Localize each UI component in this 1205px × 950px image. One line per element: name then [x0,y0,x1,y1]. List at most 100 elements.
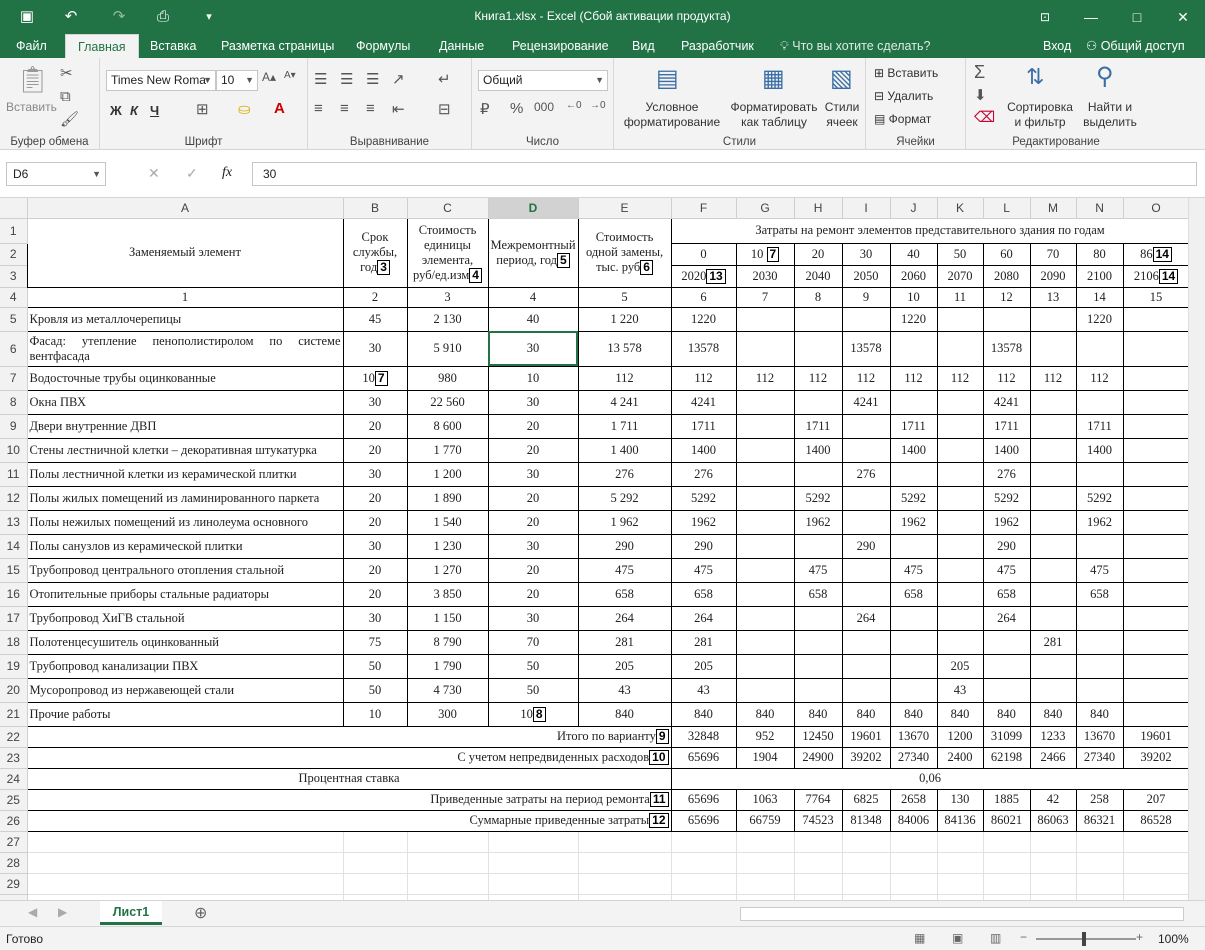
cell-element-name[interactable]: Трубопровод ХиГВ стальной [26,605,344,631]
cell-year-cost[interactable] [1075,605,1124,631]
cell-year-cost[interactable] [936,581,984,607]
empty-cell[interactable] [1076,831,1124,853]
summary-value[interactable]: 27340 [889,746,938,769]
cell-unit-cost[interactable]: 4 730 [406,677,489,703]
cell-unit-cost[interactable]: 2 130 [406,306,489,332]
row-header[interactable]: 6 [0,331,28,367]
interest-rate-cell[interactable]: 0,06 [670,767,1190,790]
copy-icon[interactable]: ⧉ [60,88,71,105]
cell-interval[interactable]: 20 [487,485,579,511]
cell-year-cost[interactable] [841,485,891,511]
column-header-f[interactable]: F [671,198,737,219]
cell-year-cost[interactable] [936,437,984,463]
cell-year-cost[interactable] [1029,437,1077,463]
cell-year-cost[interactable]: 1400 [889,437,938,463]
select-all[interactable] [0,198,28,219]
cell-year-cost[interactable] [1075,677,1124,703]
cell-year-cost[interactable]: 840 [889,701,938,727]
summary-value[interactable]: 1200 [936,725,984,748]
cell-year-cost[interactable] [735,437,795,463]
row-header[interactable]: 12 [0,486,28,511]
header-year-offset[interactable]: 70 [1029,242,1077,266]
cell-interval[interactable]: 40 [487,306,579,332]
tab-file[interactable]: Файл [16,34,47,58]
cell-year-cost[interactable] [841,413,891,439]
cell-interval[interactable]: 30 [487,605,579,631]
percent-icon[interactable]: % [510,100,523,117]
empty-cell[interactable] [794,873,843,895]
row-header[interactable]: 1 [0,218,28,244]
cell-year-cost[interactable] [1122,330,1190,367]
cell-year-cost[interactable] [1029,509,1077,535]
cell-year-cost[interactable] [735,330,795,367]
conditional-format-button[interactable]: Условное форматирование [622,100,722,130]
cell-element-name[interactable]: Прочие работы [26,701,344,727]
summary-value[interactable]: 27340 [1075,746,1124,769]
next-sheet-icon[interactable]: ▶ [58,905,67,919]
align-right-icon[interactable]: ≡ [366,100,375,117]
cell-year-cost[interactable] [793,653,843,679]
cell-service-life[interactable]: 30 [342,461,408,487]
row-header[interactable]: 7 [0,366,28,391]
cell-year-cost[interactable] [1029,461,1077,487]
header-year-offset[interactable]: 80 [1075,242,1124,266]
empty-cell[interactable] [1123,831,1190,853]
cell-year-cost[interactable] [793,629,843,655]
shrink-font-icon[interactable]: A▾ [284,70,296,81]
cell-service-life[interactable]: 50 [342,677,408,703]
increase-decimal-icon[interactable]: ←0 [566,100,582,111]
prev-sheet-icon[interactable]: ◀ [28,905,37,919]
summary-value[interactable]: 31099 [982,725,1031,748]
cell-year-cost[interactable]: 1962 [1075,509,1124,535]
summary-value[interactable]: 7764 [793,788,843,811]
header-year[interactable]: 2100 [1075,264,1124,288]
header-year-offset[interactable]: 40 [889,242,938,266]
indent-icon[interactable]: ⇤ [392,100,405,118]
cell-service-life[interactable]: 20 [342,485,408,511]
cell-year-cost[interactable]: 13578 [841,330,891,367]
column-number[interactable]: 5 [577,286,672,308]
cell-unit-cost[interactable]: 300 [406,701,489,727]
summary-value[interactable]: 42 [1029,788,1077,811]
row-header[interactable]: 26 [0,810,28,832]
summary-label-cell[interactable]: Приведенные затраты на период ремонта 11 [26,788,672,811]
cell-element-name[interactable]: Полы санузлов из керамической плитки [26,533,344,559]
page-layout-view-icon[interactable]: ▣ [952,931,963,945]
decrease-decimal-icon[interactable]: →0 [590,100,606,111]
cell-replacement-cost[interactable]: 1 400 [577,437,672,463]
autosum-icon[interactable]: Σ [974,62,985,83]
zoom-slider-thumb[interactable] [1082,932,1086,946]
cell-year-cost[interactable] [1029,653,1077,679]
summary-value[interactable]: 1233 [1029,725,1077,748]
summary-label-cell[interactable]: С учетом непредвиденных расходов 10 [26,746,672,769]
row-header[interactable]: 8 [0,390,28,415]
cell-year-cost[interactable]: 290 [670,533,737,559]
cell-interval[interactable]: 70 [487,629,579,655]
row-header[interactable]: 28 [0,852,28,874]
cell-year-cost[interactable]: 1962 [982,509,1031,535]
header-year-offset[interactable]: 10 7 [735,242,795,266]
summary-value[interactable]: 258 [1075,788,1124,811]
cell-year-cost[interactable]: 5292 [1075,485,1124,511]
align-left-icon[interactable]: ≡ [314,100,323,117]
summary-value[interactable]: 86063 [1029,809,1077,832]
cell-year-cost[interactable] [936,509,984,535]
tab-insert[interactable]: Вставка [150,34,196,58]
cell-interval[interactable]: 30 [487,533,579,559]
empty-cell[interactable] [488,831,579,853]
cell-element-name[interactable]: Фасад: утепление пенополистиролом по сис… [26,330,344,367]
cell-interval[interactable]: 20 [487,437,579,463]
font-name-combo[interactable]: Times New Roma ▼ [106,70,216,91]
cell-element-name[interactable]: Стены лестничной клетки – декоративная ш… [26,437,344,463]
cell-interval[interactable]: 10 [487,365,579,391]
font-size-combo[interactable]: 10 ▼ [216,70,258,91]
redo-icon[interactable]: ↷ [106,6,132,28]
empty-cell[interactable] [343,852,408,874]
cell-year-cost[interactable] [1122,306,1190,332]
cell-year-cost[interactable] [1029,581,1077,607]
empty-cell[interactable] [671,873,737,895]
cell-interval[interactable]: 50 [487,677,579,703]
header-year-offset[interactable]: 60 [982,242,1031,266]
cell-element-name[interactable]: Полы жилых помещений из ламинированного … [26,485,344,511]
merge-center-icon[interactable]: ⊟ [438,100,451,118]
